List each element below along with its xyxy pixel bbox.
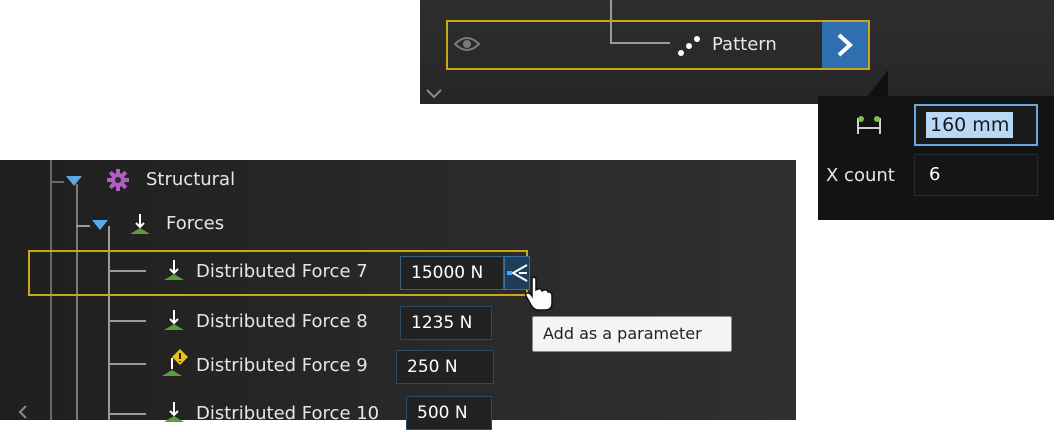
force-icon (162, 400, 186, 428)
tree-item-label: Distributed Force 9 (196, 355, 368, 376)
tree-connector (108, 413, 146, 415)
force-icon (162, 308, 186, 336)
warning-force-icon (160, 348, 190, 382)
xcount-input[interactable]: 6 (914, 154, 1038, 196)
tree-connector (108, 363, 146, 365)
xcount-value: 6 (929, 164, 941, 185)
chevron-down-icon[interactable] (426, 84, 442, 103)
tree-item-label: Distributed Force 7 (196, 261, 368, 282)
spacing-icon (856, 114, 882, 140)
force-icon (162, 258, 186, 286)
tree-connector (76, 225, 90, 227)
forces-label: Forces (166, 213, 225, 234)
pattern-label: Pattern (712, 34, 777, 55)
popup-pointer (866, 70, 888, 98)
structural-label: Structural (146, 169, 236, 190)
hand-cursor-icon (524, 276, 554, 316)
expand-triangle-icon[interactable] (66, 176, 82, 186)
tree-item-label: Distributed Force 10 (196, 403, 380, 424)
pattern-row[interactable] (446, 20, 870, 70)
tooltip: Add as a parameter (532, 316, 732, 352)
spacing-value: 160 mm (926, 112, 1014, 138)
force-value-field[interactable]: 500 N (406, 396, 492, 430)
tooltip-text: Add as a parameter (543, 324, 702, 343)
gear-icon (106, 168, 130, 196)
tree-connector (108, 320, 146, 322)
force-value-field[interactable]: 250 N (396, 350, 494, 384)
spacing-input[interactable]: 160 mm (914, 104, 1038, 146)
chevron-left-icon[interactable] (18, 404, 28, 423)
expand-triangle-icon[interactable] (92, 220, 108, 230)
pattern-dots-icon (676, 34, 704, 62)
force-icon (128, 212, 152, 240)
pattern-panel: Pattern (420, 0, 1054, 104)
tree-connector (50, 181, 64, 183)
force-value-field[interactable]: 1235 N (400, 306, 492, 340)
expand-button[interactable] (822, 22, 868, 68)
tree-panel: Structural Forces Distributed Force 7 15… (0, 160, 796, 430)
tree-connector (76, 184, 78, 420)
eye-icon[interactable] (453, 36, 481, 56)
pattern-popup: 160 mm X count 6 (818, 96, 1054, 220)
xcount-label: X count (826, 165, 895, 186)
chevron-right-icon (834, 32, 856, 62)
force-value-field[interactable]: 15000 N (400, 256, 504, 290)
tree-item-label: Distributed Force 8 (196, 311, 368, 332)
